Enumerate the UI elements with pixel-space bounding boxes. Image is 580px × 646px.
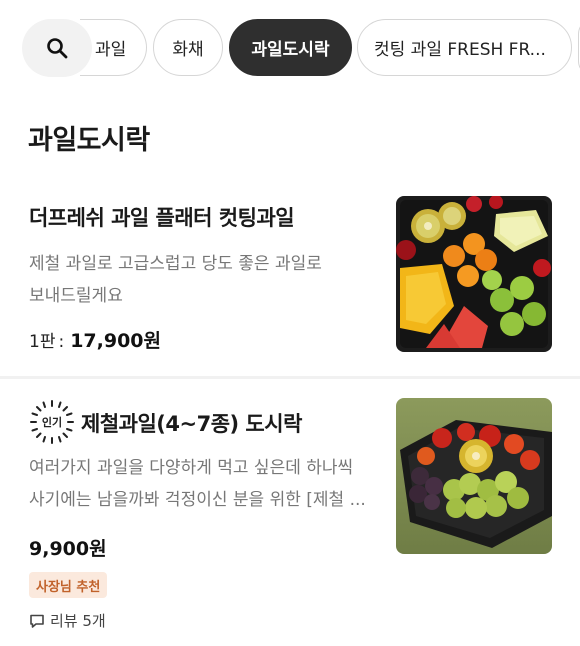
- review-count-label: 리뷰 5개: [50, 612, 106, 630]
- product-price: 17,900원: [70, 330, 162, 352]
- product-image[interactable]: [396, 196, 552, 352]
- category-chip-bar: 과일 화채 과일도시락 컷팅 과일 FRESH FR...: [0, 0, 580, 96]
- chip-cutting-fruit[interactable]: 컷팅 과일 FRESH FR...: [357, 19, 572, 76]
- owner-recommend-tag: 사장님 추천: [29, 572, 108, 598]
- product-name: 더프레쉬 과일 플래터 컷팅과일: [29, 206, 295, 230]
- popular-badge: 인기: [29, 399, 75, 445]
- price-row: 1판 : 17,900원: [29, 326, 161, 353]
- description-line: 여러가지 과일을 다양하게 먹고 싶은데 하나씩: [29, 458, 354, 478]
- price-separator: :: [58, 332, 65, 352]
- product-description: 제철 과일로 고급스럽고 당도 좋은 과일로 보내드릴게요: [29, 248, 369, 312]
- price-row: 9,900원: [29, 534, 107, 561]
- product-image[interactable]: [396, 398, 552, 554]
- popular-badge-label: 인기: [41, 416, 63, 429]
- product-item[interactable]: 더프레쉬 과일 플래터 컷팅과일 제철 과일로 고급스럽고 당도 좋은 과일로 …: [0, 180, 580, 376]
- product-name: 제철과일(4~7종) 도시락: [81, 412, 302, 436]
- description-line: 사기에는 남을까봐 걱정이신 분을 위한 [제철 ...: [29, 490, 366, 510]
- search-icon: [47, 38, 68, 59]
- fruit-lunchbox-image: [396, 398, 552, 554]
- description-line: 제철 과일로 고급스럽고 당도 좋은 과일로: [29, 254, 322, 274]
- product-description: 여러가지 과일을 다양하게 먹고 싶은데 하나씩 사기에는 남을까봐 걱정이신 …: [29, 452, 369, 516]
- chip-hwachae[interactable]: 화채: [153, 19, 223, 76]
- section-title: 과일도시락: [28, 125, 150, 156]
- price-unit: 1판: [29, 332, 56, 352]
- fruit-platter-image: [396, 196, 552, 352]
- item-divider: [0, 376, 580, 379]
- product-price: 9,900원: [29, 538, 107, 560]
- description-line: 보내드릴게요: [29, 286, 123, 306]
- speech-bubble-icon: [30, 614, 44, 628]
- product-item[interactable]: 인기 제철과일(4~7종) 도시락 여러가지 과일을 다양하게 먹고 싶은데 하…: [0, 380, 580, 646]
- chip-fruit-lunchbox[interactable]: 과일도시락: [229, 19, 352, 76]
- search-button[interactable]: [22, 19, 92, 77]
- review-count[interactable]: 리뷰 5개: [29, 610, 106, 631]
